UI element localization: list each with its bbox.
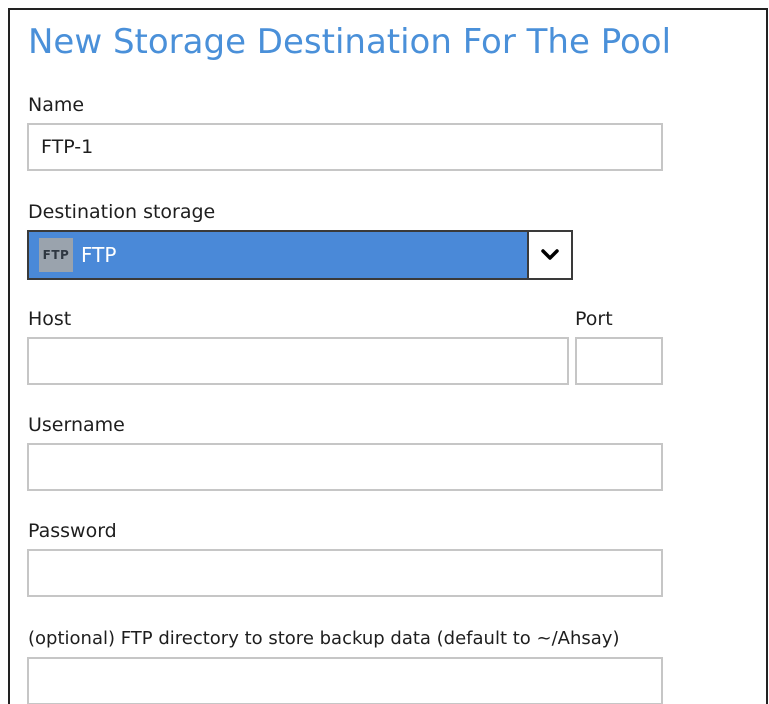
name-field[interactable] xyxy=(27,123,663,171)
ftp-icon: FTP xyxy=(39,238,73,272)
destination-storage-label: Destination storage xyxy=(28,201,216,223)
ftp-directory-label: (optional) FTP directory to store backup… xyxy=(28,628,620,649)
dropdown-button[interactable] xyxy=(527,232,571,278)
port-field[interactable] xyxy=(575,337,663,385)
username-label: Username xyxy=(28,414,125,436)
destination-storage-selected-value: FTP xyxy=(81,243,117,267)
ftp-directory-field[interactable] xyxy=(27,657,663,704)
host-label: Host xyxy=(28,308,72,330)
username-field[interactable] xyxy=(27,443,663,491)
name-label: Name xyxy=(28,94,85,116)
host-field[interactable] xyxy=(27,337,569,385)
password-field[interactable] xyxy=(27,549,663,597)
destination-storage-select[interactable]: FTP FTP xyxy=(27,230,573,280)
password-label: Password xyxy=(28,520,117,542)
dialog-title: New Storage Destination For The Pool xyxy=(28,22,672,62)
port-label: Port xyxy=(575,308,613,330)
storage-destination-dialog: New Storage Destination For The Pool Nam… xyxy=(8,8,768,704)
chevron-down-icon xyxy=(541,249,559,260)
